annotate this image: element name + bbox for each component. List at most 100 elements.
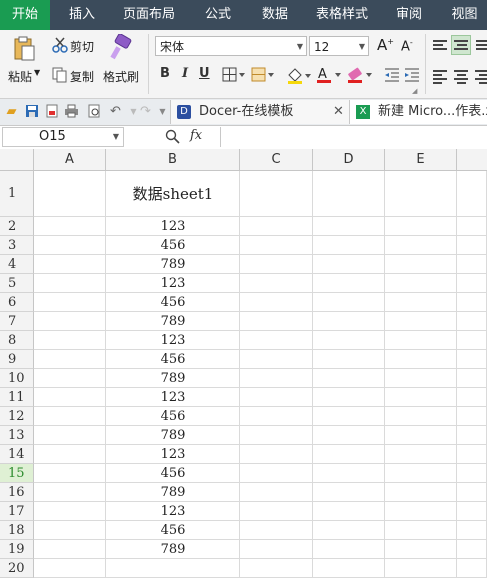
grid-cell[interactable] xyxy=(313,388,385,407)
grid-cell[interactable] xyxy=(313,293,385,312)
cell-value[interactable]: 123 xyxy=(106,217,240,236)
copy-button[interactable]: 复制 xyxy=(70,68,94,85)
grid-cell[interactable] xyxy=(240,369,313,388)
cell-value[interactable]: 456 xyxy=(106,464,240,483)
align-right-icon[interactable] xyxy=(475,68,487,84)
row-header[interactable]: 11 xyxy=(0,388,34,407)
grid-cell[interactable] xyxy=(313,483,385,502)
grid-cell[interactable] xyxy=(34,350,106,369)
grid-cell[interactable] xyxy=(385,236,457,255)
column-header-f[interactable] xyxy=(457,149,487,171)
cell-value[interactable]: 789 xyxy=(106,312,240,331)
row-header[interactable]: 8 xyxy=(0,331,34,350)
cell-value[interactable]: 456 xyxy=(106,350,240,369)
grid-cell[interactable] xyxy=(240,407,313,426)
increase-font-icon[interactable]: A+ xyxy=(377,36,394,54)
grid-cell[interactable] xyxy=(240,217,313,236)
grid-cell[interactable] xyxy=(457,171,487,217)
grid-cell[interactable] xyxy=(34,521,106,540)
row-header[interactable]: 13 xyxy=(0,426,34,445)
row-header[interactable]: 3 xyxy=(0,236,34,255)
cell-value[interactable]: 123 xyxy=(106,445,240,464)
grid-cell[interactable] xyxy=(313,171,385,217)
grid-cell[interactable] xyxy=(34,331,106,350)
font-size-select[interactable]: 12 ▼ xyxy=(309,36,369,56)
cell-value[interactable]: 789 xyxy=(106,426,240,445)
formula-input[interactable] xyxy=(220,127,487,147)
grid-cell[interactable] xyxy=(457,407,487,426)
tab-review[interactable]: 审阅 xyxy=(386,0,432,30)
grid-cell[interactable] xyxy=(313,236,385,255)
grid-cell[interactable] xyxy=(34,171,106,217)
grid-cell[interactable] xyxy=(457,445,487,464)
cell-value[interactable]: 456 xyxy=(106,293,240,312)
grid-cell[interactable] xyxy=(313,255,385,274)
row-header[interactable]: 16 xyxy=(0,483,34,502)
undo-icon[interactable]: ↶ xyxy=(108,104,123,119)
grid-cell[interactable] xyxy=(313,217,385,236)
cell-value[interactable]: 123 xyxy=(106,274,240,293)
row-header[interactable]: 7 xyxy=(0,312,34,331)
grid-cell[interactable] xyxy=(385,171,457,217)
insert-function-button[interactable]: fx xyxy=(190,128,202,143)
grid-cell[interactable] xyxy=(106,559,240,578)
grid-cell[interactable] xyxy=(385,483,457,502)
grid-cell[interactable] xyxy=(457,521,487,540)
grid-cell[interactable] xyxy=(240,274,313,293)
grid-cell[interactable] xyxy=(385,388,457,407)
grid-cell[interactable] xyxy=(313,464,385,483)
align-center-icon[interactable] xyxy=(454,68,468,84)
grid-cell[interactable] xyxy=(313,369,385,388)
grid-cell[interactable] xyxy=(34,217,106,236)
grid-cell[interactable] xyxy=(457,331,487,350)
cell-value[interactable]: 789 xyxy=(106,540,240,559)
grid-cell[interactable] xyxy=(240,388,313,407)
grid-cell[interactable] xyxy=(240,426,313,445)
folder-icon[interactable]: ▰ xyxy=(4,104,19,119)
tab-formulas[interactable]: 公式 xyxy=(192,0,244,30)
cell-value[interactable]: 456 xyxy=(106,407,240,426)
zoom-formula-icon[interactable] xyxy=(165,129,181,148)
font-name-select[interactable]: 宋体 ▼ xyxy=(155,36,307,56)
grid-cell[interactable] xyxy=(457,293,487,312)
cell-value[interactable]: 789 xyxy=(106,483,240,502)
grid-cell[interactable] xyxy=(385,217,457,236)
grid-cell[interactable] xyxy=(385,540,457,559)
grid-cell[interactable] xyxy=(240,350,313,369)
row-header[interactable]: 10 xyxy=(0,369,34,388)
grid-cell[interactable] xyxy=(34,369,106,388)
grid-cell[interactable] xyxy=(457,255,487,274)
column-header-b[interactable]: B xyxy=(106,149,240,171)
grid-cell[interactable] xyxy=(385,445,457,464)
grid-cell[interactable] xyxy=(457,502,487,521)
redo-icon[interactable]: ↷ xyxy=(138,104,153,119)
grid-cell[interactable] xyxy=(385,502,457,521)
align-middle-icon[interactable] xyxy=(451,35,471,55)
grid-cell[interactable] xyxy=(34,236,106,255)
grid-cell[interactable] xyxy=(385,369,457,388)
border-icon[interactable] xyxy=(222,67,246,86)
grid-cell[interactable] xyxy=(34,407,106,426)
grid-cell[interactable] xyxy=(240,483,313,502)
grid-cell[interactable] xyxy=(34,312,106,331)
print-icon[interactable] xyxy=(64,104,79,119)
font-color-icon[interactable]: A xyxy=(316,66,342,87)
tab-page-layout[interactable]: 页面布局 xyxy=(114,0,184,30)
format-painter-icon[interactable] xyxy=(108,33,134,65)
grid-cell[interactable] xyxy=(385,426,457,445)
column-header-c[interactable]: C xyxy=(240,149,313,171)
close-icon[interactable]: ✕ xyxy=(333,100,344,124)
grid-cell[interactable] xyxy=(313,407,385,426)
grid-cell[interactable] xyxy=(313,331,385,350)
tab-home[interactable]: 开始 xyxy=(0,0,50,30)
grid-cell[interactable] xyxy=(34,559,106,578)
row-header[interactable]: 4 xyxy=(0,255,34,274)
scissors-icon[interactable] xyxy=(52,37,68,56)
grid-cell[interactable] xyxy=(240,312,313,331)
cell-value[interactable]: 456 xyxy=(106,236,240,255)
save-icon[interactable] xyxy=(24,104,39,119)
row-header[interactable]: 12 xyxy=(0,407,34,426)
grid-cell[interactable] xyxy=(240,502,313,521)
decrease-font-icon[interactable]: A- xyxy=(401,38,413,54)
cell-value[interactable]: 789 xyxy=(106,255,240,274)
